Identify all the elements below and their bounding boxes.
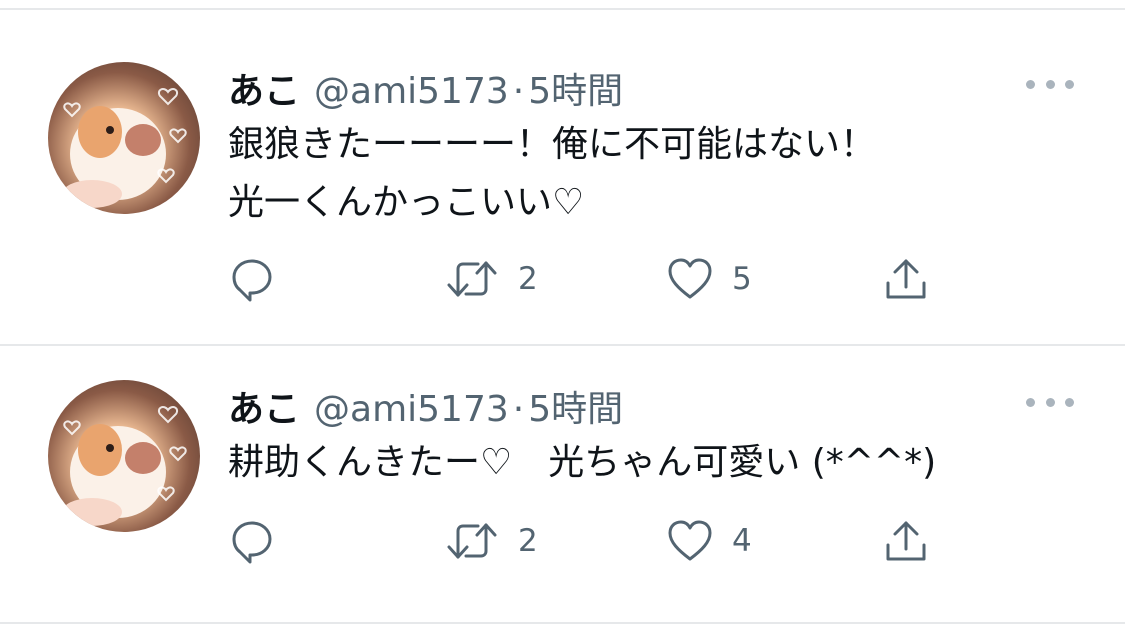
tweet-header: あこ @ami5173 · 5時間: [228, 380, 623, 432]
display-name[interactable]: あこ: [228, 380, 300, 432]
avatar[interactable]: [48, 62, 200, 214]
heart-icon: [668, 520, 712, 561]
reply-button[interactable]: [228, 516, 276, 566]
tweet-text: 耕助くんきたー♡ 光ちゃん可愛い (*^^*): [228, 442, 937, 483]
share-icon: [886, 259, 926, 299]
more-dot-icon: [1065, 397, 1074, 407]
share-button[interactable]: [882, 254, 930, 304]
share-icon: [886, 521, 926, 561]
retweet-icon: [447, 261, 497, 297]
retweet-count: 2: [518, 261, 538, 297]
tweet-header: あこ @ami5173 · 5時間: [228, 62, 623, 114]
more-dot-icon: [1045, 397, 1055, 407]
like-count: 4: [732, 523, 752, 559]
reply-button[interactable]: [228, 254, 276, 304]
avatar-photo: [62, 88, 187, 208]
more-dot-icon: [1065, 79, 1074, 89]
timestamp[interactable]: 5時間: [528, 380, 623, 432]
user-handle[interactable]: @ami5173: [314, 71, 509, 112]
user-handle[interactable]: @ami5173: [314, 389, 509, 430]
retweet-button[interactable]: 2: [444, 254, 538, 304]
display-name[interactable]: あこ: [228, 62, 300, 114]
retweet-count: 2: [518, 523, 538, 559]
tweet-divider: [0, 344, 1125, 346]
avatar[interactable]: [48, 380, 200, 532]
share-button[interactable]: [882, 516, 930, 566]
tweet-text: 銀狼きたーーーー！俺に不可能はない！ 光一くんかっこいい♡: [228, 124, 877, 223]
like-button[interactable]: 4: [666, 516, 752, 566]
avatar-photo: [62, 406, 187, 526]
more-dot-icon: [1026, 79, 1035, 89]
timestamp[interactable]: 5時間: [528, 62, 623, 114]
reply-icon: [232, 259, 272, 302]
separator-dot: ·: [512, 71, 525, 112]
more-dot-icon: [1045, 79, 1055, 89]
top-divider: [0, 8, 1125, 10]
more-options-button[interactable]: [1026, 390, 1074, 414]
reply-icon: [232, 521, 272, 564]
like-button[interactable]: 5: [666, 254, 752, 304]
retweet-button[interactable]: 2: [444, 516, 538, 566]
more-dot-icon: [1026, 397, 1035, 407]
separator-dot: ·: [512, 389, 525, 430]
like-count: 5: [732, 261, 752, 297]
heart-icon: [668, 258, 712, 299]
retweet-icon: [447, 523, 497, 559]
bottom-divider: [0, 622, 1125, 624]
more-options-button[interactable]: [1026, 72, 1074, 96]
